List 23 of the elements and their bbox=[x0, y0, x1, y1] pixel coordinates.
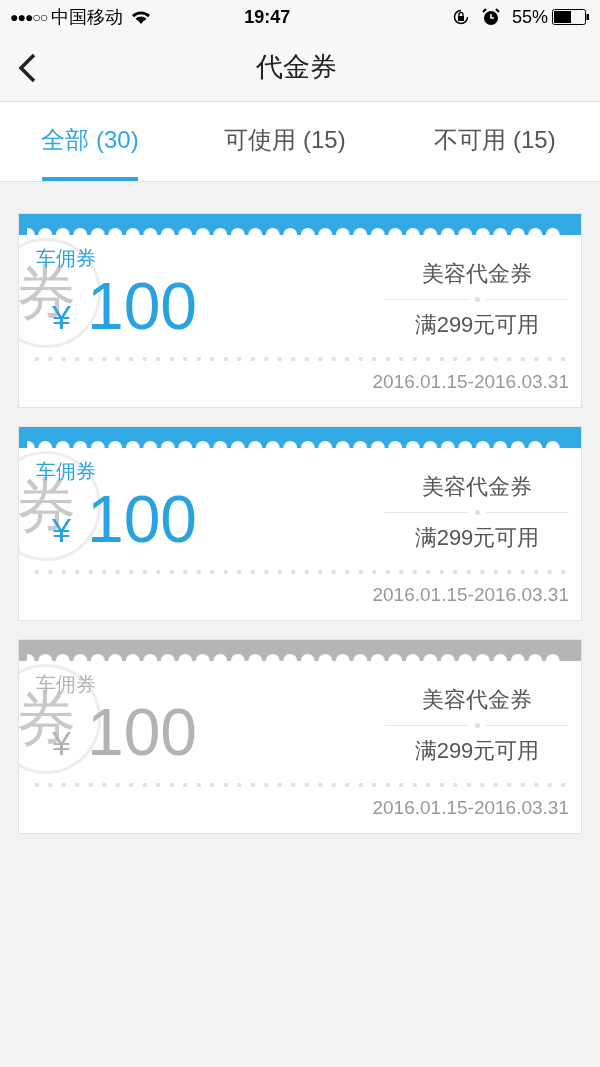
coupon-amount: 100 bbox=[86, 484, 198, 554]
validity-period: 2016.01.15-2016.03.31 bbox=[372, 583, 569, 607]
filter-tab[interactable]: 不可用 (15) bbox=[390, 102, 600, 181]
coupon-amount: 100 bbox=[86, 271, 198, 341]
usage-condition: 满299元可用 bbox=[414, 524, 540, 552]
battery-icon bbox=[552, 9, 590, 25]
page-title: 代金券 bbox=[256, 51, 337, 85]
usage-condition: 满299元可用 bbox=[414, 311, 540, 339]
coupon-amount: 100 bbox=[86, 697, 198, 767]
coupon-name: 美容代金券 bbox=[422, 686, 532, 714]
validity-period: 2016.01.15-2016.03.31 bbox=[372, 370, 569, 394]
usage-condition: 满299元可用 bbox=[414, 737, 540, 765]
clock-time: 19:47 bbox=[244, 5, 291, 29]
battery-percent: 55% bbox=[511, 5, 548, 29]
signal-strength: ●●●○○ bbox=[10, 7, 48, 27]
carrier-name: 中国移动 bbox=[51, 5, 124, 29]
coupon-name: 美容代金券 bbox=[422, 260, 532, 288]
coupon-name: 美容代金券 bbox=[422, 473, 532, 501]
alarm-clock-icon bbox=[481, 8, 500, 26]
rotation-lock-icon bbox=[451, 8, 470, 26]
validity-period: 2016.01.15-2016.03.31 bbox=[372, 796, 569, 820]
wifi-icon bbox=[131, 9, 152, 25]
filter-tab[interactable]: 可使用 (15) bbox=[180, 102, 390, 181]
